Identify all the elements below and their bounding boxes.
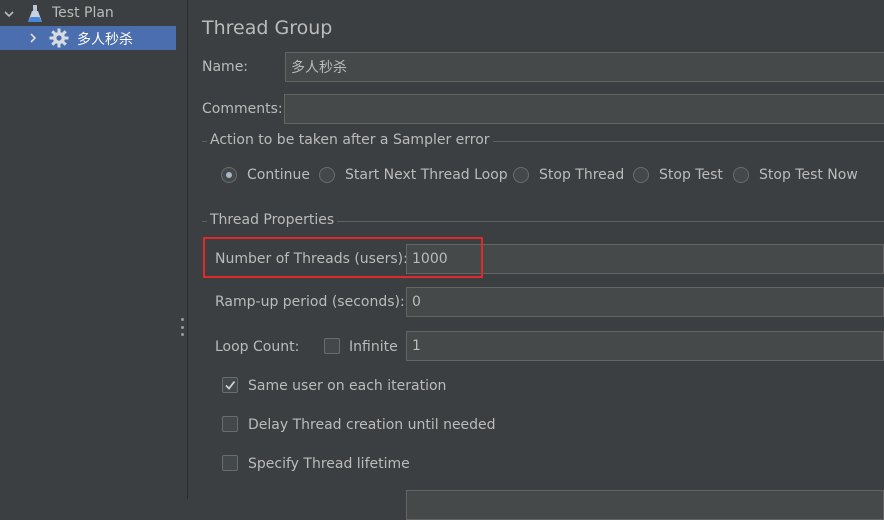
radio-stop-test[interactable] (633, 167, 649, 183)
tree-item-thread-group[interactable]: 多人秒杀 (0, 26, 176, 50)
loop-count-field[interactable]: 1 (406, 331, 884, 361)
chevron-down-icon[interactable] (1, 6, 17, 22)
splitter-grip-icon[interactable] (180, 318, 184, 336)
thread-properties-group-title: Thread Properties (207, 212, 338, 228)
page-title: Thread Group (202, 17, 333, 39)
radio-continue[interactable] (221, 167, 237, 183)
sampler-error-group-title: Action to be taken after a Sampler error (207, 132, 493, 148)
panel-splitter[interactable] (176, 0, 188, 499)
radio-stop-test-now[interactable] (733, 167, 749, 183)
chevron-right-icon[interactable] (25, 30, 41, 46)
same-user-checkbox[interactable] (222, 377, 238, 393)
comments-label: Comments: (202, 101, 283, 117)
delay-thread-creation-checkbox[interactable] (222, 416, 238, 432)
tree-item-label: Test Plan (52, 5, 114, 21)
highlight-box (203, 237, 483, 278)
infinite-checkbox[interactable] (324, 338, 340, 354)
radio-stop-test-label[interactable]: Stop Test (659, 167, 723, 183)
same-user-label[interactable]: Same user on each iteration (248, 378, 446, 394)
tree-item-label: 多人秒杀 (77, 32, 133, 48)
gear-icon (49, 28, 69, 48)
duration-field[interactable] (406, 490, 884, 520)
loop-count-label: Loop Count: (215, 339, 300, 355)
thread-group-panel: Thread Group Name: 多人秒杀 Comments: Action… (189, 0, 884, 520)
comments-field[interactable] (284, 94, 884, 124)
checkmark-icon (225, 380, 236, 390)
specify-thread-lifetime-checkbox[interactable] (222, 455, 238, 471)
specify-thread-lifetime-label[interactable]: Specify Thread lifetime (248, 456, 410, 472)
radio-stop-test-now-label[interactable]: Stop Test Now (759, 167, 858, 183)
radio-stop-thread-label[interactable]: Stop Thread (539, 167, 624, 183)
delay-thread-creation-label[interactable]: Delay Thread creation until needed (248, 417, 496, 433)
ramp-up-label: Ramp-up period (seconds): (215, 294, 405, 310)
name-field[interactable]: 多人秒杀 (285, 52, 884, 82)
test-plan-tree: Test Plan 多人秒杀 (0, 0, 176, 499)
test-plan-flask-icon (25, 4, 45, 24)
name-label: Name: (202, 59, 249, 75)
radio-stop-thread[interactable] (513, 167, 529, 183)
ramp-up-field[interactable]: 0 (406, 287, 884, 317)
radio-continue-label[interactable]: Continue (247, 167, 310, 183)
radio-start-next-thread-loop-label[interactable]: Start Next Thread Loop (345, 167, 508, 183)
tree-item-test-plan[interactable]: Test Plan (0, 2, 176, 26)
infinite-label[interactable]: Infinite (349, 339, 398, 355)
radio-start-next-thread-loop[interactable] (319, 167, 335, 183)
